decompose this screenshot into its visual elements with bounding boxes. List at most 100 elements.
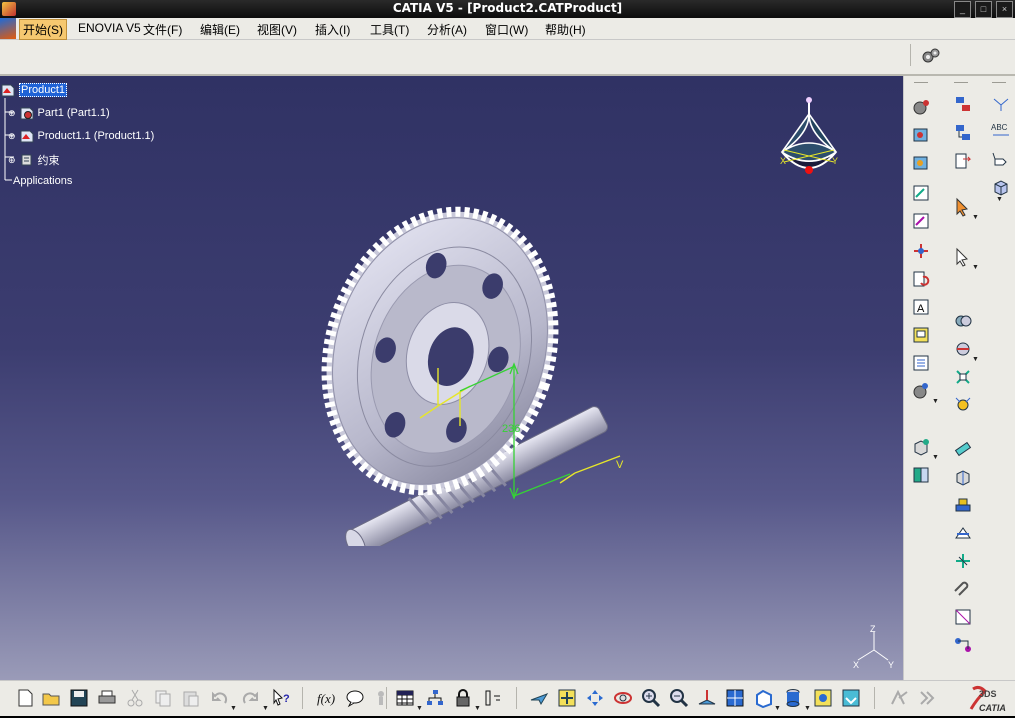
measure-icon[interactable]	[952, 634, 974, 656]
knowledge-icon[interactable]	[370, 687, 392, 709]
tree-label-constraints[interactable]: 约束	[38, 152, 60, 168]
replace-component-icon[interactable]	[910, 152, 932, 174]
zoom-out-icon[interactable]	[668, 687, 690, 709]
menu-window[interactable]: 窗口(W)	[485, 21, 528, 38]
menu-help[interactable]: 帮助(H)	[545, 21, 586, 38]
3d-viewport[interactable]: Product1 ⊕ Part1 (Part1.1) ⊕ Product1.1 …	[0, 76, 903, 680]
tree-label-product11[interactable]: Product1.1 (Product1.1)	[38, 130, 155, 142]
worm-gear-model[interactable]: 236 V	[300, 186, 640, 546]
quick-select-icon[interactable]	[952, 246, 974, 268]
undo-icon[interactable]	[208, 687, 230, 709]
new-icon[interactable]	[14, 687, 36, 709]
sketch-axis-icon[interactable]	[990, 92, 1012, 114]
tree-label-applications[interactable]: Applications	[13, 175, 72, 187]
minimize-button[interactable]: _	[954, 1, 971, 18]
tree-label-part1[interactable]: Part1 (Part1.1)	[38, 107, 110, 119]
catia-logo-icon[interactable]	[0, 18, 16, 39]
menu-view[interactable]: 视图(V)	[257, 21, 297, 38]
lock-icon[interactable]	[452, 687, 474, 709]
annotation-icon[interactable]	[952, 606, 974, 628]
tree-node-applications[interactable]: Applications	[13, 175, 72, 187]
catalog-icon[interactable]	[910, 324, 932, 346]
menu-edit[interactable]: 编辑(E)	[200, 21, 240, 38]
rotate-icon[interactable]	[612, 687, 634, 709]
shading-icon[interactable]	[782, 687, 804, 709]
product-structure-icon[interactable]	[952, 94, 974, 116]
generate-numbering-icon[interactable]	[952, 150, 974, 172]
tree-node-constraints[interactable]: ⊕ 约束	[8, 152, 60, 168]
fly-icon[interactable]	[528, 687, 550, 709]
coincidence-constraint-icon[interactable]	[952, 466, 974, 488]
whats-this-icon[interactable]: ?	[270, 687, 292, 709]
hide-show-icon[interactable]	[812, 687, 834, 709]
formula-icon[interactable]: f(x)	[316, 687, 338, 709]
tree-node-product11[interactable]: ⊕ Product1.1 (Product1.1)	[8, 129, 154, 143]
product-icon[interactable]	[910, 464, 932, 486]
fit-all-icon[interactable]	[556, 687, 578, 709]
flag-note-icon[interactable]	[990, 148, 1012, 170]
table-icon[interactable]	[394, 687, 416, 709]
menu-tools[interactable]: 工具(T)	[370, 21, 409, 38]
clip-icon[interactable]	[952, 578, 974, 600]
dimension-value[interactable]: 236	[502, 423, 520, 435]
chevron-right-icon[interactable]	[916, 687, 938, 709]
assembly-constraints-icon[interactable]	[910, 380, 932, 402]
menu-start[interactable]: 开始(S)	[19, 19, 67, 40]
axis-label-v: V	[616, 459, 624, 471]
menu-enovia[interactable]: ENOVIA V5	[78, 21, 141, 35]
expand-icon[interactable]: ⊕	[8, 131, 16, 142]
expand-icon[interactable]: ⊕	[8, 155, 16, 166]
comment-icon[interactable]	[344, 687, 366, 709]
multi-view-icon[interactable]	[724, 687, 746, 709]
menu-insert[interactable]: 插入(I)	[315, 21, 350, 38]
svg-text:Y: Y	[888, 660, 894, 670]
paste-icon[interactable]	[180, 687, 202, 709]
tree-label-product1[interactable]: Product1	[19, 83, 68, 97]
space-analysis-icon[interactable]	[952, 394, 974, 416]
swap-space-icon[interactable]	[840, 687, 862, 709]
menu-file[interactable]: 文件(F)	[143, 21, 182, 38]
snap-icon[interactable]	[910, 210, 932, 232]
redo-icon[interactable]	[240, 687, 262, 709]
cut-icon[interactable]	[124, 687, 146, 709]
gear-icon[interactable]	[920, 45, 942, 67]
sectioning-icon[interactable]	[952, 338, 974, 360]
explode-icon[interactable]	[910, 240, 932, 262]
menu-analysis[interactable]: 分析(A)	[427, 21, 467, 38]
text-icon[interactable]: A	[910, 296, 932, 318]
update-icon[interactable]	[910, 268, 932, 290]
assembly-features-icon[interactable]	[910, 96, 932, 118]
open-icon[interactable]	[40, 687, 62, 709]
clash-icon[interactable]	[952, 310, 974, 332]
tree-node-product1[interactable]: Product1	[0, 83, 68, 97]
print-icon[interactable]	[96, 687, 118, 709]
zoom-in-icon[interactable]	[640, 687, 662, 709]
manipulate-icon[interactable]	[910, 182, 932, 204]
select-icon[interactable]	[952, 196, 974, 218]
maximize-button[interactable]: □	[975, 1, 992, 18]
expand-icon[interactable]: ⊕	[8, 108, 16, 119]
distance-icon[interactable]	[952, 366, 974, 388]
normal-view-icon[interactable]	[696, 687, 718, 709]
angle-constraint-icon[interactable]	[952, 550, 974, 572]
view-box-icon[interactable]	[990, 176, 1012, 198]
pan-icon[interactable]	[584, 687, 606, 709]
existing-component-icon[interactable]	[910, 124, 932, 146]
product-icon	[0, 83, 16, 97]
offset-constraint-icon[interactable]	[952, 522, 974, 544]
fix-constraint-icon[interactable]	[952, 438, 974, 460]
tree-node-part1[interactable]: ⊕ Part1 (Part1.1)	[8, 106, 110, 120]
compass-toggle-icon[interactable]	[888, 687, 910, 709]
compass-icon[interactable]: Y X	[772, 94, 844, 190]
save-icon[interactable]	[68, 687, 90, 709]
component-box-icon[interactable]	[910, 436, 932, 458]
close-button[interactable]: ×	[996, 1, 1013, 18]
tree-structure-icon[interactable]	[424, 687, 446, 709]
publication-icon[interactable]	[910, 352, 932, 374]
parameters-icon[interactable]	[482, 687, 504, 709]
iso-view-icon[interactable]	[752, 687, 774, 709]
copy-icon[interactable]	[152, 687, 174, 709]
tree-expand-icon[interactable]	[952, 122, 974, 144]
contact-constraint-icon[interactable]	[952, 494, 974, 516]
abc-text-icon[interactable]: ABC	[990, 120, 1012, 142]
